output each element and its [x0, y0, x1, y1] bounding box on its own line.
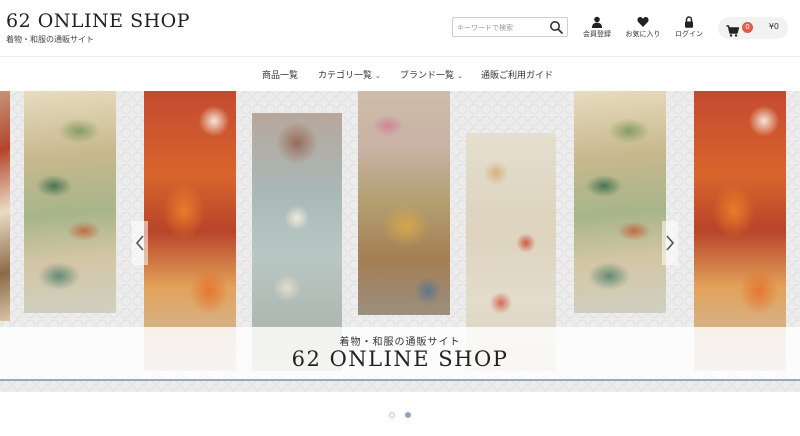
chevron-down-icon: ⌄ [375, 72, 381, 80]
hero-caption: 着物・和服の通販サイト 62 ONLINE SHOP [0, 327, 800, 379]
hero-accent-line [0, 379, 800, 381]
chevron-left-icon [135, 235, 144, 251]
nav-item-label: カテゴリ一覧 [318, 71, 373, 81]
favorites-label: お気に入り [625, 30, 661, 38]
kimono-image [0, 91, 10, 321]
hero-slider[interactable]: 着物・和服の通販サイト 62 ONLINE SHOP [0, 91, 800, 392]
chevron-right-icon [666, 235, 675, 251]
kimono-image [574, 91, 666, 313]
chevron-down-icon: ⌄ [457, 72, 463, 80]
search-input[interactable] [457, 20, 545, 35]
slider-prev-button[interactable] [132, 221, 148, 265]
nav-item-label: 通販ご利用ガイド [481, 71, 554, 81]
cart-total: ¥0 [768, 22, 779, 31]
favorites-link[interactable]: お気に入り [618, 13, 668, 43]
carousel-dots [0, 412, 800, 422]
nav-item-label: 商品一覧 [262, 71, 299, 81]
kimono-image [24, 91, 116, 313]
nav-item-guide[interactable]: 通販ご利用ガイド [481, 68, 553, 81]
carousel-dot[interactable] [389, 412, 395, 418]
site-logo-title[interactable]: 62 ONLINE SHOP [6, 10, 190, 32]
cart-icon [726, 22, 740, 37]
site-tagline: 着物・和服の通販サイト [6, 35, 94, 44]
heart-icon [637, 13, 649, 27]
site-header: 62 ONLINE SHOP 着物・和服の通販サイト 会員登録 お気に入り [0, 0, 800, 56]
register-label: 会員登録 [583, 30, 611, 38]
main-nav: 商品一覧 カテゴリ一覧 ⌄ ブランド一覧 ⌄ 通販ご利用ガイド [0, 57, 800, 91]
register-link[interactable]: 会員登録 [572, 13, 622, 43]
lock-icon [683, 13, 695, 28]
hero-caption-subtitle: 着物・和服の通販サイト [339, 337, 461, 348]
login-link[interactable]: ログイン [664, 13, 714, 43]
nav-item-brands[interactable]: ブランド一覧 ⌄ [400, 68, 463, 81]
nav-item-categories[interactable]: カテゴリ一覧 ⌄ [318, 68, 381, 81]
hero-caption-title: 62 ONLINE SHOP [291, 347, 509, 371]
nav-item-products[interactable]: 商品一覧 [262, 68, 298, 81]
search-icon[interactable] [549, 20, 564, 35]
cart-button[interactable]: 0 ¥0 [718, 17, 788, 39]
cart-count-badge: 0 [742, 22, 753, 33]
login-label: ログイン [675, 30, 703, 38]
search-box [452, 17, 568, 37]
nav-item-label: ブランド一覧 [400, 71, 455, 81]
slider-next-button[interactable] [662, 221, 678, 265]
kimono-image [358, 91, 450, 315]
user-icon [591, 13, 603, 28]
carousel-dot-active[interactable] [405, 412, 411, 418]
